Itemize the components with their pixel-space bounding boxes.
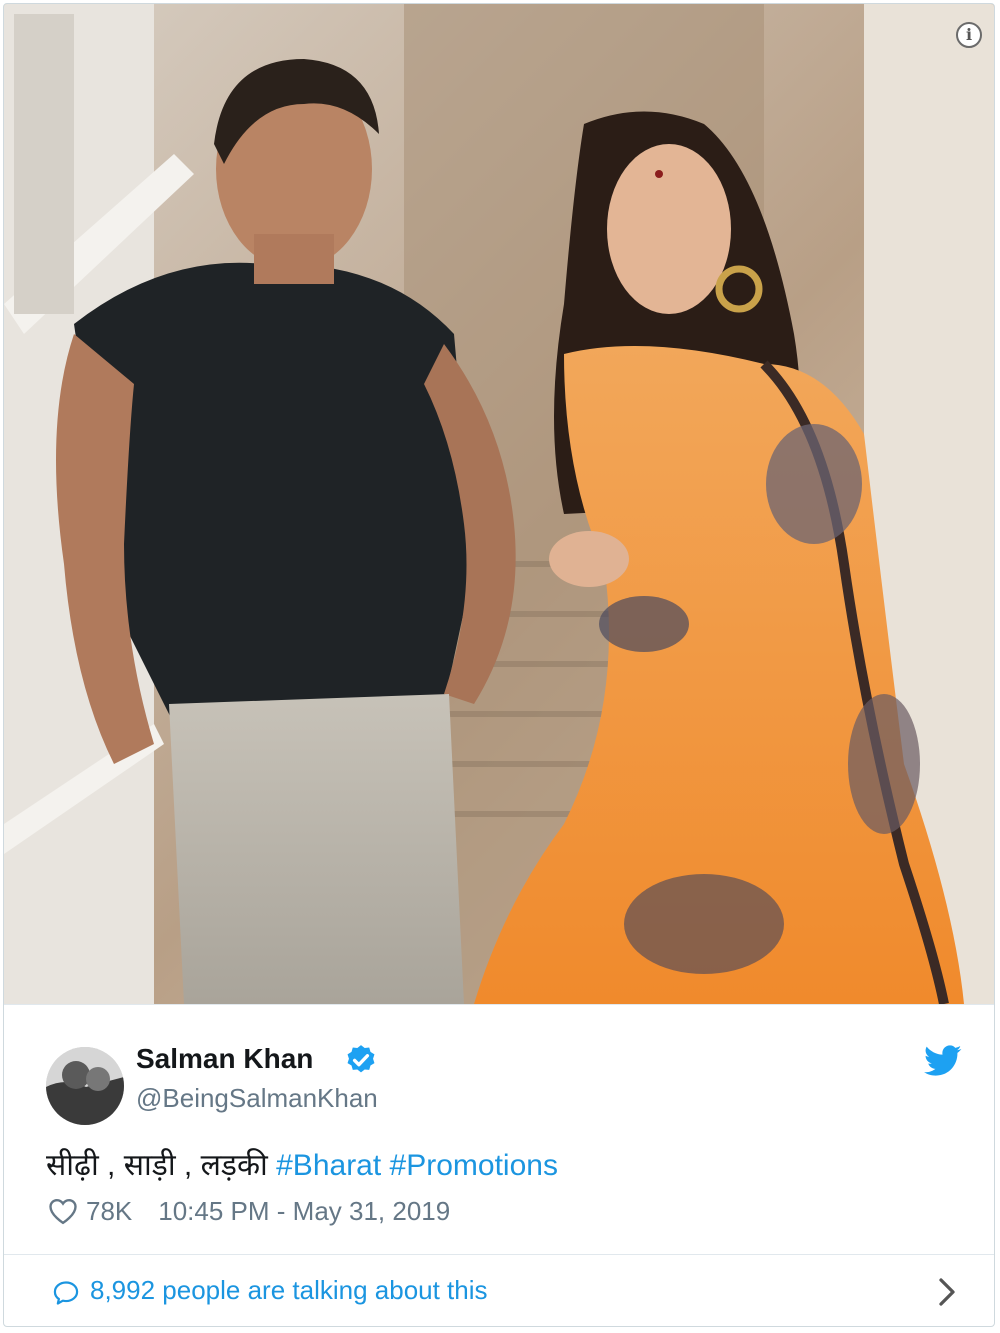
tweet-meta: 78K 10:45 PM - May 31, 2019: [48, 1193, 450, 1229]
tweet-timestamp[interactable]: 10:45 PM - May 31, 2019: [158, 1196, 450, 1227]
tweet-body: Salman Khan @BeingSalmanKhan सीढ़ी , साड…: [4, 1004, 994, 1255]
tweet-text-plain: सीढ़ी , साड़ी , लड़की: [46, 1149, 277, 1182]
twitter-bird-icon[interactable]: [924, 1045, 962, 1077]
embedded-tweet-card: i Salman Khan @BeingSalmanKhan सीढ़ी , स…: [3, 3, 995, 1327]
hashtag-bharat[interactable]: #Bharat: [276, 1149, 381, 1182]
conversation-count-link[interactable]: 8,992 people are talking about this: [90, 1275, 488, 1306]
author-handle[interactable]: @BeingSalmanKhan: [136, 1083, 378, 1114]
like-count[interactable]: 78K: [86, 1196, 132, 1227]
author-name[interactable]: Salman Khan: [136, 1043, 313, 1075]
tweet-footer[interactable]: 8,992 people are talking about this: [4, 1254, 994, 1326]
info-icon[interactable]: i: [956, 22, 982, 48]
photo-illustration: [4, 4, 994, 1004]
heart-icon[interactable]: [48, 1197, 78, 1225]
avatar-image: [46, 1047, 124, 1125]
tweet-photo[interactable]: i: [4, 4, 994, 1004]
avatar[interactable]: [46, 1047, 124, 1125]
speech-bubble-icon: [53, 1281, 79, 1305]
hashtag-promotions[interactable]: #Promotions: [390, 1149, 558, 1182]
tweet-text: सीढ़ी , साड़ी , लड़की #Bharat #Promotion…: [46, 1143, 558, 1184]
chevron-right-icon[interactable]: [936, 1277, 958, 1307]
verified-badge-icon: [347, 1045, 375, 1073]
